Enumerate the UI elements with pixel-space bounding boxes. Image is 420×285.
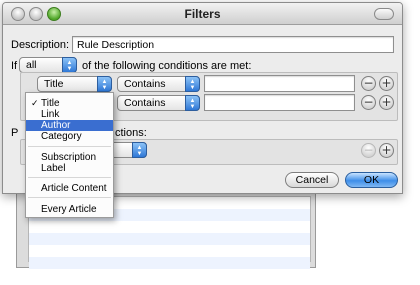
- cancel-button[interactable]: Cancel: [285, 172, 339, 188]
- rule-operator-popup[interactable]: Contains ▲ ▼: [117, 95, 200, 111]
- menu-item-link[interactable]: Link: [26, 109, 113, 120]
- actions-label-start: P: [11, 127, 19, 139]
- description-label: Description:: [11, 39, 70, 51]
- menu-item-label: Subscription: [41, 152, 97, 163]
- remove-action-button[interactable]: −: [361, 143, 376, 158]
- menu-item-category[interactable]: Category: [26, 131, 113, 142]
- menu-item-subscription[interactable]: Subscription: [26, 152, 113, 163]
- conditions-label: of the following conditions are met:: [82, 60, 252, 72]
- rule-operator-value: Contains: [124, 97, 166, 109]
- menu-item-title[interactable]: ✓ Title: [26, 98, 113, 109]
- match-popup[interactable]: all ▲ ▼: [19, 57, 77, 73]
- rule-value-field[interactable]: [204, 94, 355, 111]
- list-stripe: [29, 233, 310, 245]
- menu-item-article-content[interactable]: Article Content: [26, 183, 113, 194]
- menu-item-label: Article Content: [41, 183, 107, 194]
- ok-button[interactable]: OK: [345, 172, 398, 188]
- menu-item-label: Title: [41, 98, 60, 109]
- remove-rule-button[interactable]: −: [361, 95, 376, 110]
- menu-item-author[interactable]: Author: [26, 120, 113, 131]
- match-popup-value: all: [26, 59, 37, 71]
- rule-operator-value: Contains: [124, 78, 166, 90]
- rule-operator-popup[interactable]: Contains ▲ ▼: [117, 76, 200, 92]
- popup-arrows-icon: ▲▼: [185, 76, 200, 92]
- rule-field-value: Title: [44, 78, 64, 90]
- menu-item-label: Every Article: [41, 204, 97, 215]
- checkmark-icon: ✓: [31, 98, 39, 108]
- add-action-button[interactable]: +: [379, 143, 394, 158]
- add-rule-button[interactable]: +: [379, 95, 394, 110]
- actions-label-end: ctions:: [115, 127, 147, 139]
- popup-arrows-icon: ▲▼: [62, 57, 77, 73]
- window-title: Filters: [184, 7, 221, 21]
- menu-separator: [28, 146, 111, 147]
- menu-item-every-article[interactable]: Every Article: [26, 204, 113, 215]
- toolbar-toggle-icon[interactable]: [374, 8, 394, 20]
- description-field[interactable]: Rule Description: [72, 36, 394, 53]
- popup-arrows-icon: ▲▼: [132, 142, 147, 158]
- menu-item-label-filter[interactable]: Label: [26, 163, 113, 174]
- list-stripe: [29, 257, 310, 269]
- add-rule-button[interactable]: +: [379, 76, 394, 91]
- menu-separator: [28, 177, 111, 178]
- popup-arrows-icon: ▲▼: [97, 76, 112, 92]
- menu-item-label: Link: [41, 109, 60, 120]
- rule-value-field[interactable]: [204, 75, 355, 92]
- title-bar[interactable]: Filters: [3, 3, 402, 25]
- menu-separator: [28, 197, 111, 198]
- rule-field-popup[interactable]: Title ▲ ▼: [37, 76, 112, 92]
- menu-item-label: Label: [41, 163, 66, 174]
- if-label: If: [11, 60, 18, 72]
- field-dropdown-menu: ✓ Title Link Author Category Subscriptio…: [25, 92, 114, 218]
- popup-arrows-icon: ▲▼: [185, 95, 200, 111]
- remove-rule-button[interactable]: −: [361, 76, 376, 91]
- menu-item-label: Category: [41, 131, 82, 142]
- menu-item-label: Author: [41, 120, 71, 131]
